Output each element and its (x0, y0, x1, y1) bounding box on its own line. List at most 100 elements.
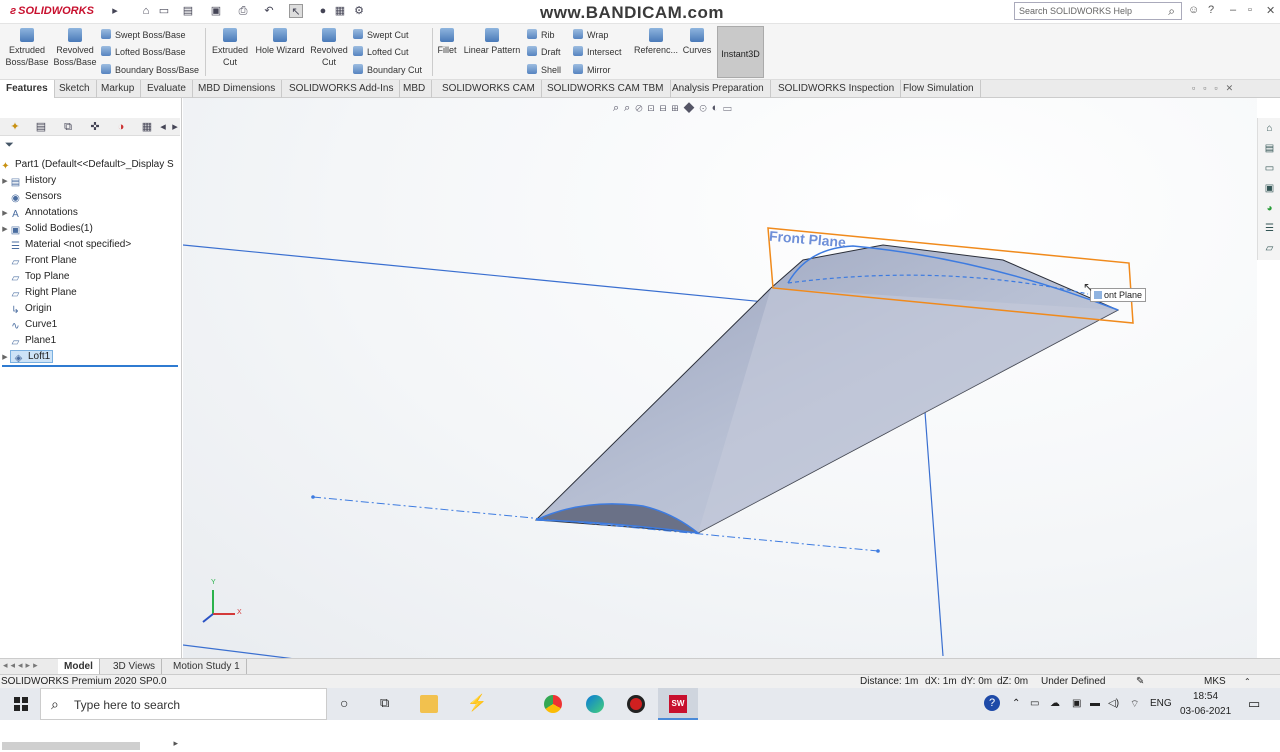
boundary-boss-button[interactable]: Boundary Boss/Base (101, 64, 199, 75)
reference-geometry-button[interactable]: Referenc... (634, 28, 678, 56)
new-document-icon[interactable]: ▭ (157, 4, 171, 18)
tab-mbd-dimensions[interactable]: MBD Dimensions (192, 80, 283, 98)
feature-manager-icon[interactable]: ✦ (8, 120, 22, 134)
rebuild-icon[interactable]: ● (316, 4, 330, 18)
expand-arrow-icon[interactable]: ▶ (0, 350, 10, 365)
display-manager-icon[interactable]: ◑ (114, 120, 128, 134)
tree-item-front-plane[interactable]: ▱ Front Plane (0, 253, 180, 269)
hole-wizard-button[interactable]: Hole Wizard (254, 28, 306, 56)
design-library-icon[interactable]: ▤ (1263, 142, 1276, 155)
tab-sketch[interactable]: Sketch (53, 80, 97, 98)
tab-3d-views[interactable]: 3D Views (107, 659, 163, 674)
help-tray-icon[interactable]: ? (984, 695, 1000, 711)
notifications-icon[interactable]: ▭ (1248, 696, 1260, 712)
lofted-boss-button[interactable]: Lofted Boss/Base (101, 46, 186, 57)
lofted-cut-button[interactable]: Lofted Cut (353, 46, 409, 57)
wifi-icon[interactable]: ⌔ (1130, 698, 1139, 711)
shell-button[interactable]: Shell (527, 64, 561, 75)
appearances-icon[interactable]: ◕ (1263, 202, 1276, 215)
file-explorer-icon[interactable]: ▭ (1263, 162, 1276, 175)
forum-icon[interactable]: ▱ (1263, 242, 1276, 255)
revolved-cut-button[interactable]: Revolved Cut (308, 28, 350, 68)
curves-button[interactable]: Curves (680, 28, 714, 56)
tab-mbd[interactable]: MBD (397, 80, 433, 98)
edge-icon[interactable] (586, 695, 604, 713)
tray-expand-icon[interactable]: ⌃ (1012, 698, 1020, 709)
file-properties-icon[interactable]: ▦ (333, 4, 347, 18)
window-controls[interactable]: ▫▫▫✕ (1192, 83, 1241, 94)
wrap-button[interactable]: Wrap (573, 29, 608, 40)
expand-arrow-icon[interactable]: ▶ (0, 222, 10, 237)
home-icon[interactable]: ⌂ (139, 4, 153, 18)
tab-motion-study[interactable]: Motion Study 1 (167, 659, 247, 674)
expand-arrow-icon[interactable]: ▶ (0, 206, 10, 221)
linear-pattern-button[interactable]: Linear Pattern (462, 28, 522, 56)
mirror-button[interactable]: Mirror (573, 64, 611, 75)
tab-cam[interactable]: SOLIDWORKS CAM (436, 80, 542, 98)
tab-model[interactable]: Model (58, 659, 100, 674)
bandicam-record-icon[interactable] (627, 695, 645, 713)
chevron-right-icon[interactable]: ▸ (168, 120, 182, 134)
tree-item-top-plane[interactable]: ▱ Top Plane (0, 269, 180, 285)
draft-button[interactable]: Draft (527, 46, 561, 57)
save-icon[interactable]: ▣ (209, 4, 223, 18)
tab-analysis-preparation[interactable]: Analysis Preparation (666, 80, 771, 98)
instant3d-button[interactable]: Instant3D (717, 26, 764, 78)
swept-boss-button[interactable]: Swept Boss/Base (101, 29, 186, 40)
swept-cut-button[interactable]: Swept Cut (353, 29, 409, 40)
boundary-cut-button[interactable]: Boundary Cut (353, 64, 422, 75)
tree-item-loft1[interactable]: ▶ ◈ Loft1 (0, 349, 180, 365)
extruded-boss-button[interactable]: Extruded Boss/Base (4, 28, 50, 68)
tree-item-sensors[interactable]: ◉ Sensors (0, 189, 180, 205)
custom-properties-icon[interactable]: ☰ (1263, 222, 1276, 235)
tab-flow-simulation[interactable]: Flow Simulation (897, 80, 981, 98)
configuration-manager-icon[interactable]: ⧉ (61, 120, 75, 134)
tree-item-material[interactable]: ☰ Material <not specified> (0, 237, 180, 253)
app-bolt-icon[interactable]: ⚡ (467, 693, 487, 713)
tab-scroll-arrows[interactable]: ◂◂◂▸▸ (3, 660, 41, 671)
tab-inspection[interactable]: SOLIDWORKS Inspection (772, 80, 902, 98)
units-selector[interactable]: MKS (1204, 675, 1226, 688)
tab-markup[interactable]: Markup (95, 80, 142, 98)
search-icon[interactable]: ⌕ (1168, 3, 1175, 19)
rebuild-status-icon[interactable]: ✎ (1136, 675, 1144, 688)
filter-icon[interactable]: ⏷ (5, 139, 14, 152)
help-icon[interactable]: ? (1208, 4, 1214, 16)
dimxpert-icon[interactable]: ✜ (88, 120, 102, 134)
task-view-icon[interactable]: ⧉ (380, 695, 389, 711)
tab-addins[interactable]: SOLIDWORKS Add-Ins (283, 80, 401, 98)
expand-arrow-icon[interactable]: ▶ (0, 174, 10, 189)
tab-evaluate[interactable]: Evaluate (141, 80, 193, 98)
print-icon[interactable]: ⎙ (236, 4, 250, 18)
tree-item-origin[interactable]: ↳ Origin (0, 301, 180, 317)
minimize-icon[interactable]: – (1230, 4, 1236, 16)
cam-manager-icon[interactable]: ▦ (140, 120, 154, 134)
property-manager-icon[interactable]: ▤ (34, 120, 48, 134)
meet-icon[interactable]: ▭ (1030, 698, 1039, 709)
tree-item-history[interactable]: ▶ ▤ History (0, 173, 180, 189)
tree-item-annotations[interactable]: ▶ A Annotations (0, 205, 180, 221)
help-search-input[interactable]: Search SOLIDWORKS Help ⌕ (1014, 2, 1182, 20)
cloud-icon[interactable]: ☁ (1050, 698, 1060, 709)
user-icon[interactable]: ☺ (1188, 4, 1199, 16)
restore-icon[interactable]: ▫ (1248, 4, 1252, 16)
graphics-area[interactable]: ⌕⌕⊘⊡⊟⊞◆⊙◐▭ Front Plane ont Plane ↖ Y X (183, 98, 1257, 658)
intersect-button[interactable]: Intersect (573, 46, 622, 57)
close-icon[interactable]: ✕ (1266, 4, 1275, 17)
tree-item-plane1[interactable]: ▱ Plane1 (0, 333, 180, 349)
file-explorer-icon[interactable] (420, 695, 438, 713)
tab-features[interactable]: Features (0, 80, 55, 98)
taskbar-search-box[interactable]: ⌕ Type here to search (40, 688, 327, 720)
language-indicator[interactable]: ENG (1150, 698, 1172, 709)
undo-icon[interactable]: ↶ (262, 4, 276, 18)
volume-icon[interactable]: ◁) (1108, 698, 1119, 709)
rollback-bar[interactable] (2, 365, 178, 367)
clock-date[interactable]: 03-06-2021 (1180, 706, 1231, 717)
tree-item-curve1[interactable]: ∿ Curve1 (0, 317, 180, 333)
horizontal-scrollbar[interactable]: ▸ (2, 738, 178, 752)
part-root[interactable]: ✦ Part1 (Default<<Default>_Display S (0, 157, 180, 173)
cortana-icon[interactable]: ○ (340, 695, 348, 711)
chrome-icon[interactable] (544, 695, 562, 713)
solidworks-logo[interactable]: ƨ SOLIDWORKS (10, 5, 94, 17)
view-palette-icon[interactable]: ▣ (1263, 182, 1276, 195)
